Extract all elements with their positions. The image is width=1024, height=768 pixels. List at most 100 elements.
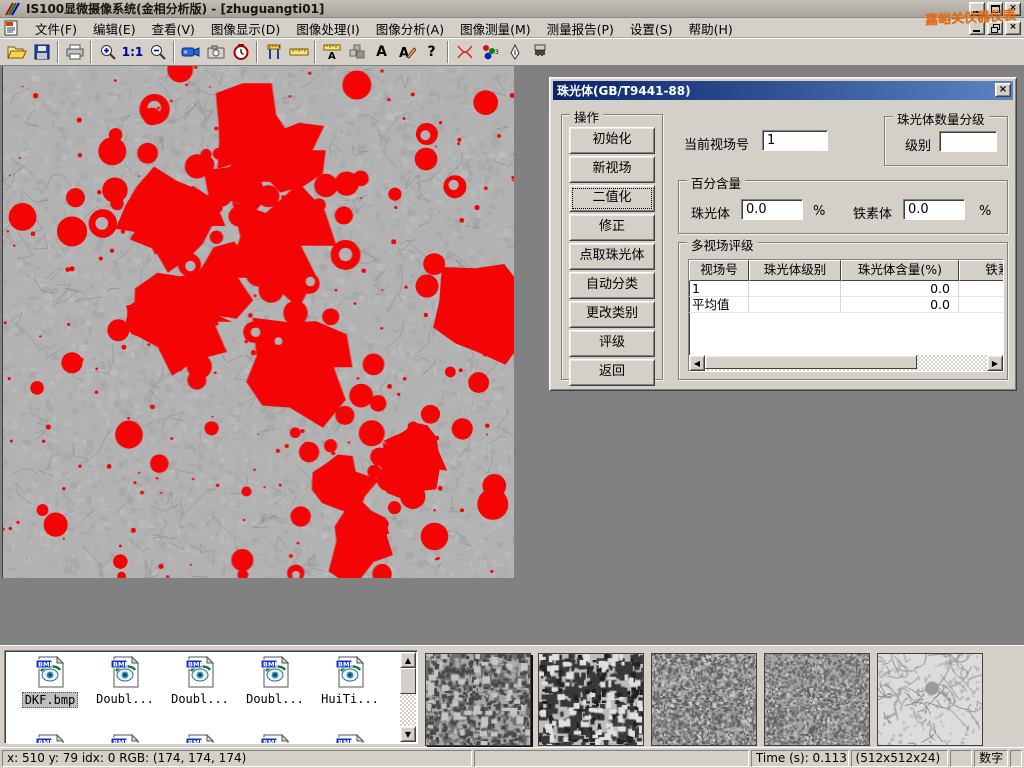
file-list[interactable]: BMPBMPBMPBMPBMPBMPHuiTi...BMPDoubl...BMP… <box>4 650 418 744</box>
window-maximize-button[interactable] <box>987 2 1003 16</box>
count-points-button[interactable]: 3 <box>477 40 502 64</box>
menu-item-8[interactable]: 设置(S) <box>622 18 681 39</box>
file-scroll-down-arrow[interactable]: ▼ <box>400 726 416 742</box>
timer-button[interactable] <box>228 40 253 64</box>
table-row[interactable]: 平均值0.0 <box>689 297 1003 313</box>
table-header-0[interactable]: 视场号 <box>689 260 749 281</box>
menu-item-6[interactable]: 图像测量(M) <box>452 18 539 39</box>
window-close-button[interactable]: × <box>1005 2 1021 16</box>
scroll-thumb[interactable] <box>705 355 917 369</box>
multi-field-group: 多视场评级 视场号珠光体级别珠光体含量(%)铁素体 10.0平均值0.0 ◀ ▶ <box>678 242 1008 380</box>
rating-table[interactable]: 视场号珠光体级别珠光体含量(%)铁素体 10.0平均值0.0 ◀ ▶ <box>688 259 1004 372</box>
scroll-left-arrow[interactable]: ◀ <box>689 355 705 371</box>
table-row[interactable]: 10.0 <box>689 281 1003 297</box>
file-scroll-thumb[interactable] <box>400 668 416 694</box>
curve-tool-button[interactable] <box>452 40 477 64</box>
brush-tool-button[interactable] <box>527 40 552 64</box>
ruler-button[interactable] <box>286 40 311 64</box>
table-header-3[interactable]: 铁素体 <box>959 260 1004 281</box>
ferrite-input[interactable] <box>903 199 965 220</box>
file-item[interactable]: BMP <box>240 733 310 744</box>
table-horizontal-scrollbar[interactable]: ◀ ▶ <box>689 355 1003 371</box>
file-item[interactable]: BMPDKF.bmp <box>15 655 85 708</box>
file-item[interactable]: BMPDoubl... <box>165 655 235 706</box>
table-header-2[interactable]: 珠光体含量(%) <box>841 260 959 281</box>
file-item[interactable]: BMPDoubl... <box>240 655 310 706</box>
print-button[interactable] <box>62 40 87 64</box>
caliper-icon <box>266 44 282 60</box>
menu-item-5[interactable]: 图像分析(A) <box>368 18 452 39</box>
bmp-file-icon: BMP <box>315 655 385 692</box>
menu-item-1[interactable]: 编辑(E) <box>85 18 144 39</box>
scroll-track[interactable] <box>705 355 987 371</box>
status-spacer <box>1010 750 1022 767</box>
menu-item-9[interactable]: 帮助(H) <box>681 18 741 39</box>
svg-text:BMP: BMP <box>263 739 279 745</box>
menu-item-3[interactable]: 图像显示(D) <box>203 18 288 39</box>
bmp-file-icon: BMP <box>165 655 235 692</box>
table-header-1[interactable]: 珠光体级别 <box>749 260 841 281</box>
caliper-button[interactable] <box>261 40 286 64</box>
file-item[interactable]: BMP <box>90 733 160 744</box>
micrograph-thumbnail[interactable] <box>651 653 757 746</box>
op-button-3[interactable]: 修正 <box>569 214 655 241</box>
file-scroll-up-arrow[interactable]: ▲ <box>400 652 416 668</box>
dialog-title-bar[interactable]: 珠光体(GB/T9441-88) × <box>553 81 1013 100</box>
menu-item-0[interactable]: 文件(F) <box>27 18 85 39</box>
video-camera-button[interactable] <box>178 40 203 64</box>
op-button-2[interactable]: 二值化 <box>569 185 655 212</box>
grid-tool-button[interactable] <box>344 40 369 64</box>
measure-text-button[interactable]: A <box>319 40 344 64</box>
print-icon <box>66 44 84 60</box>
open-icon <box>7 44 27 60</box>
file-item[interactable]: BMP <box>15 733 85 744</box>
op-button-5[interactable]: 自动分类 <box>569 272 655 299</box>
op-button-4[interactable]: 点取珠光体 <box>569 243 655 270</box>
svg-text:A: A <box>399 46 409 60</box>
scroll-right-arrow[interactable]: ▶ <box>987 355 1003 371</box>
window-minimize-button[interactable] <box>969 2 985 16</box>
micrograph-thumbnail[interactable] <box>538 653 644 746</box>
op-button-6[interactable]: 更改类别 <box>569 301 655 328</box>
dialog-close-button[interactable]: × <box>995 83 1011 97</box>
file-item[interactable]: BMPHuiTi... <box>315 655 385 706</box>
camera-button[interactable] <box>203 40 228 64</box>
zoom-in-button[interactable] <box>95 40 120 64</box>
svg-text:BMP: BMP <box>113 661 129 669</box>
file-item[interactable]: BMP <box>315 733 385 744</box>
micrograph-thumbnail[interactable] <box>425 653 531 746</box>
op-button-7[interactable]: 评级 <box>569 330 655 357</box>
help-button[interactable]: ? <box>419 40 444 64</box>
op-button-1[interactable]: 新视场 <box>569 156 655 183</box>
file-item[interactable]: BMP <box>165 733 235 744</box>
micrograph-thumbnail[interactable] <box>764 653 870 746</box>
mdi-restore-button[interactable] <box>987 21 1003 35</box>
pen-tool-button[interactable] <box>502 40 527 64</box>
op-button-0[interactable]: 初始化 <box>569 127 655 154</box>
pearlite-dialog: 珠光体(GB/T9441-88) × 操作 初始化新视场二值化修正点取珠光体自动… <box>549 77 1017 391</box>
annotate-button[interactable]: A <box>394 40 419 64</box>
current-field-input[interactable] <box>762 130 828 151</box>
svg-text:BMP: BMP <box>38 661 54 669</box>
file-name: Doubl... <box>244 692 306 706</box>
mdi-minimize-button[interactable] <box>969 21 985 35</box>
menu-item-7[interactable]: 测量报告(P) <box>539 18 622 39</box>
zoom-out-button[interactable] <box>145 40 170 64</box>
file-list-scrollbar[interactable]: ▲ ▼ <box>400 652 416 742</box>
menu-item-2[interactable]: 查看(V) <box>144 18 203 39</box>
mdi-close-button[interactable]: × <box>1005 21 1021 35</box>
save-button[interactable] <box>29 40 54 64</box>
op-button-8[interactable]: 返回 <box>569 359 655 386</box>
menu-item-4[interactable]: 图像处理(I) <box>288 18 367 39</box>
open-button[interactable] <box>4 40 29 64</box>
video-camera-icon <box>181 45 201 59</box>
actual-size-button[interactable]: 1:1 <box>120 40 145 64</box>
text-tool-button[interactable]: A <box>369 40 394 64</box>
grade-group: 珠光体数量分级 级别 <box>884 116 1008 166</box>
file-item[interactable]: BMPDoubl... <box>90 655 160 706</box>
grade-input[interactable] <box>939 131 997 152</box>
dialog-title: 珠光体(GB/T9441-88) <box>557 82 691 99</box>
binarized-micrograph-image[interactable] <box>2 66 514 578</box>
micrograph-thumbnail[interactable] <box>877 653 983 746</box>
pearlite-input[interactable] <box>741 199 803 220</box>
